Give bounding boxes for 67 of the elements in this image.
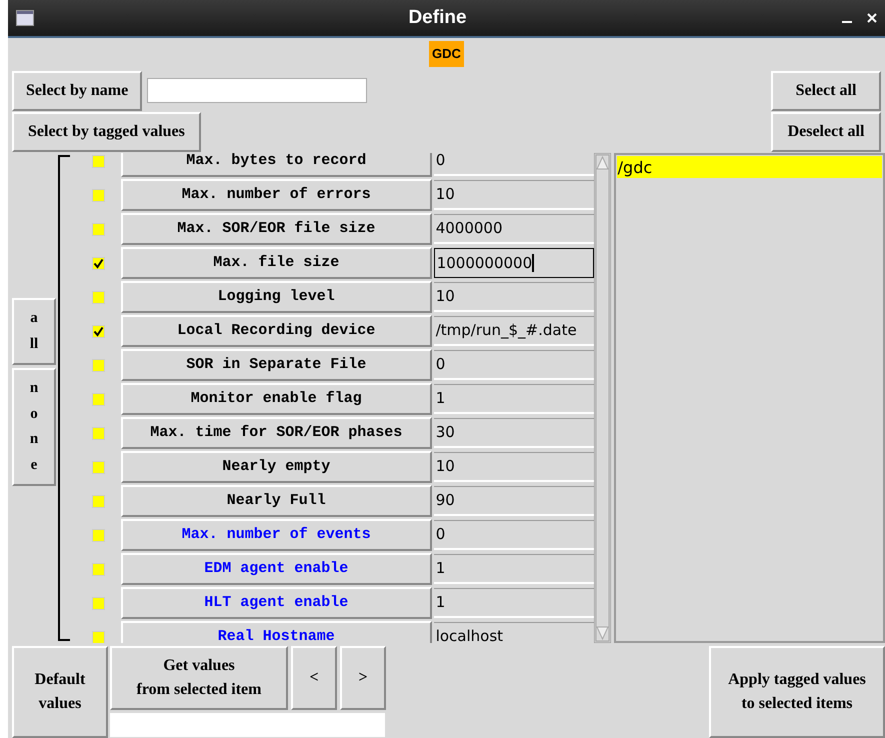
window-icon [16, 10, 34, 26]
parameter-button[interactable]: Max. time for SOR/EOR phases [120, 417, 432, 449]
value-field[interactable]: 0 [434, 153, 594, 176]
value-field[interactable]: 4000000 [434, 214, 594, 244]
parameter-button[interactable]: Nearly empty [120, 451, 432, 483]
tag-checkbox[interactable] [92, 494, 105, 508]
tag-all-button[interactable]: all [12, 298, 56, 365]
value-field[interactable]: 10 [434, 180, 594, 210]
parameter-button[interactable]: Max. bytes to record [120, 153, 432, 177]
parameter-button[interactable]: Monitor enable flag [120, 383, 432, 415]
tag-checkbox[interactable] [92, 358, 105, 372]
item-list[interactable]: /gdc [614, 153, 885, 643]
tag-checkbox[interactable] [92, 630, 105, 643]
select-by-name-button[interactable]: Select by name [12, 70, 142, 111]
value-field[interactable]: 10 [434, 452, 594, 482]
select-by-tagged-button[interactable]: Select by tagged values [12, 112, 201, 152]
tag-checkbox[interactable] [92, 596, 105, 610]
tag-checkbox[interactable] [92, 324, 105, 338]
tag-checkbox[interactable] [92, 528, 105, 542]
tag-checkbox[interactable] [92, 562, 105, 576]
parameter-button[interactable]: Max. SOR/EOR file size [120, 213, 432, 245]
value-field[interactable]: 30 [434, 418, 594, 448]
tag-checkbox[interactable] [92, 188, 105, 202]
parameter-button[interactable]: HLT agent enable [120, 587, 432, 619]
previous-button[interactable]: < [291, 646, 337, 710]
parameter-button[interactable]: Max. number of events [120, 519, 432, 551]
parameter-button[interactable]: Logging level [120, 281, 432, 313]
tag-checkbox[interactable] [92, 256, 105, 270]
value-field[interactable]: 1 [434, 384, 594, 414]
tag-checkbox[interactable] [92, 392, 105, 406]
tag-checkbox[interactable] [92, 222, 105, 236]
close-icon[interactable] [867, 13, 877, 23]
value-field[interactable]: 10 [434, 282, 594, 312]
tag-all-button[interactable]: none [12, 368, 56, 486]
window-title: Define [407, 6, 468, 30]
name-input-field[interactable] [147, 78, 368, 104]
parameter-button[interactable]: Max. file size [120, 247, 432, 279]
parameter-button[interactable]: Local Recording device [120, 315, 432, 347]
tag-checkbox[interactable] [92, 154, 105, 168]
check-icon [92, 258, 104, 268]
select-all-button[interactable]: Select all [771, 70, 881, 111]
value-field[interactable]: 1 [434, 588, 594, 618]
tag-checkbox[interactable] [92, 460, 105, 474]
value-field[interactable]: 1000000000 [434, 248, 594, 278]
apply-tagged-button[interactable]: Apply tagged values to selected items [709, 646, 885, 738]
deselect-all-button[interactable]: Deselect all [771, 112, 881, 152]
parameter-button[interactable]: Nearly Full [120, 485, 432, 517]
check-icon [92, 326, 104, 336]
parameter-button[interactable]: Real Hostname [120, 621, 432, 643]
tag-checkbox[interactable] [92, 290, 105, 304]
gdc-badge: GDC [429, 41, 464, 67]
value-field[interactable]: 0 [434, 350, 594, 380]
get-values-button[interactable]: Get values from selected item [110, 646, 288, 710]
value-field[interactable]: 1 [434, 554, 594, 584]
list-item[interactable]: /gdc [616, 156, 882, 178]
next-button[interactable]: > [340, 646, 386, 710]
value-field[interactable]: localhost [434, 622, 594, 643]
value-field[interactable]: /tmp/run_$_#.date [434, 316, 594, 346]
parameter-button[interactable]: SOR in Separate File [120, 349, 432, 381]
default-values-button[interactable]: Default values [12, 646, 108, 738]
parameter-button[interactable]: Max. number of errors [120, 179, 432, 211]
status-field[interactable] [110, 713, 385, 737]
tag-checkbox[interactable] [92, 426, 105, 440]
value-field[interactable]: 0 [434, 520, 594, 550]
parameter-button[interactable]: EDM agent enable [120, 553, 432, 585]
value-field[interactable]: 90 [434, 486, 594, 516]
scrollbar[interactable] [594, 153, 611, 643]
